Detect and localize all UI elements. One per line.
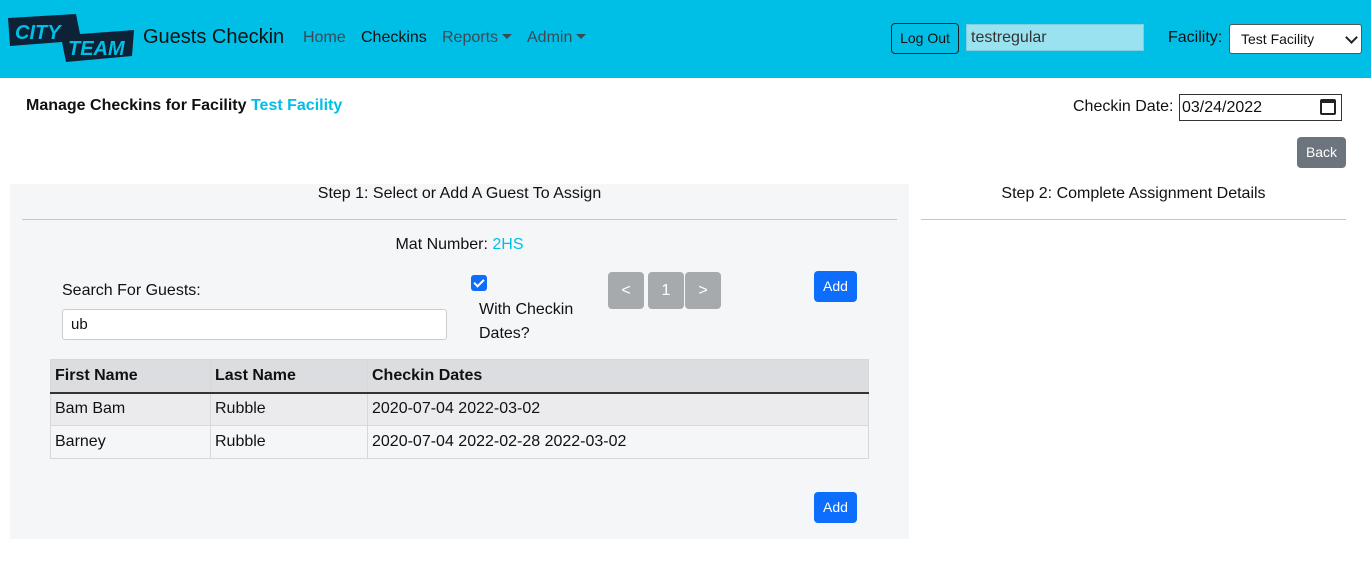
- nav-reports-dropdown[interactable]: Reports: [442, 29, 513, 47]
- calendar-icon[interactable]: [1320, 99, 1336, 115]
- col-last-name[interactable]: Last Name: [210, 359, 368, 394]
- next-page-button[interactable]: >: [685, 272, 721, 309]
- cityteam-logo[interactable]: CITY TEAM: [6, 12, 134, 64]
- cell-checkin-dates: 2020-07-04 2022-03-02: [367, 392, 869, 426]
- page-title: Manage Checkins for Facility Test Facili…: [26, 97, 342, 115]
- logo-text-city: CITY: [15, 22, 62, 44]
- cell-last-name: Rubble: [210, 425, 368, 459]
- logo-text-team: TEAM: [68, 38, 126, 60]
- step2-divider: [921, 219, 1346, 220]
- page-title-facility: Test Facility: [250, 97, 343, 114]
- mat-number-value: 2HS: [492, 236, 524, 253]
- guests-table: First Name Last Name Checkin Dates Bam B…: [50, 359, 869, 459]
- facility-select[interactable]: Test Facility: [1229, 24, 1362, 54]
- table-row[interactable]: Bam Bam Rubble 2020-07-04 2022-03-02: [50, 392, 869, 426]
- cell-first-name: Bam Bam: [50, 392, 211, 426]
- checkin-date-input[interactable]: 03/24/2022: [1179, 94, 1342, 121]
- search-label: Search For Guests:: [62, 282, 201, 299]
- mat-number-label: Mat Number:: [395, 236, 488, 253]
- col-first-name[interactable]: First Name: [50, 359, 211, 394]
- facility-select-value: Test Facility: [1241, 31, 1315, 47]
- nav-home[interactable]: Home: [303, 29, 346, 47]
- with-checkin-dates-label: With Checkin Dates?: [479, 301, 574, 342]
- prev-page-button[interactable]: <: [608, 272, 644, 309]
- with-checkin-dates-checkbox[interactable]: [471, 275, 487, 291]
- table-row[interactable]: Barney Rubble 2020-07-04 2022-02-28 2022…: [50, 425, 869, 459]
- chevron-down-icon: [1345, 31, 1358, 44]
- add-guest-button-bottom[interactable]: Add: [814, 492, 857, 523]
- caret-down-icon: [576, 34, 587, 39]
- cell-first-name: Barney: [50, 425, 211, 459]
- col-checkin-dates[interactable]: Checkin Dates: [367, 359, 869, 394]
- nav-admin-dropdown[interactable]: Admin: [527, 29, 587, 47]
- step1-divider: [22, 219, 897, 220]
- cell-last-name: Rubble: [210, 392, 368, 426]
- navbar: CITY TEAM Guests Checkin Home Checkins R…: [0, 0, 1371, 78]
- step1-heading: Step 1: Select or Add A Guest To Assign: [317, 185, 602, 202]
- logout-button[interactable]: Log Out: [891, 23, 959, 54]
- add-guest-button-top[interactable]: Add: [814, 271, 857, 302]
- cell-checkin-dates: 2020-07-04 2022-02-28 2022-03-02: [367, 425, 869, 459]
- nav-checkins[interactable]: Checkins: [361, 29, 427, 47]
- username-field[interactable]: testregular: [966, 24, 1144, 51]
- page-title-prefix: Manage Checkins for Facility: [26, 97, 247, 114]
- nav-reports-label: Reports: [442, 29, 499, 46]
- mat-number: Mat Number: 2HS: [10, 236, 909, 254]
- page-number-button[interactable]: 1: [648, 272, 684, 309]
- caret-down-icon: [502, 34, 513, 39]
- facility-label: Facility:: [1168, 29, 1223, 46]
- table-header-row: First Name Last Name Checkin Dates: [50, 359, 869, 394]
- checkin-date-value: 03/24/2022: [1182, 99, 1263, 116]
- search-input[interactable]: ub: [62, 309, 447, 340]
- nav-admin-label: Admin: [527, 29, 573, 46]
- app-brand[interactable]: Guests Checkin: [143, 26, 284, 49]
- step2-heading: Step 2: Complete Assignment Details: [1001, 185, 1266, 202]
- back-button[interactable]: Back: [1297, 137, 1346, 168]
- checkin-date-label: Checkin Date:: [1073, 98, 1174, 115]
- step1-panel: Step 1: Select or Add A Guest To Assign …: [10, 184, 909, 539]
